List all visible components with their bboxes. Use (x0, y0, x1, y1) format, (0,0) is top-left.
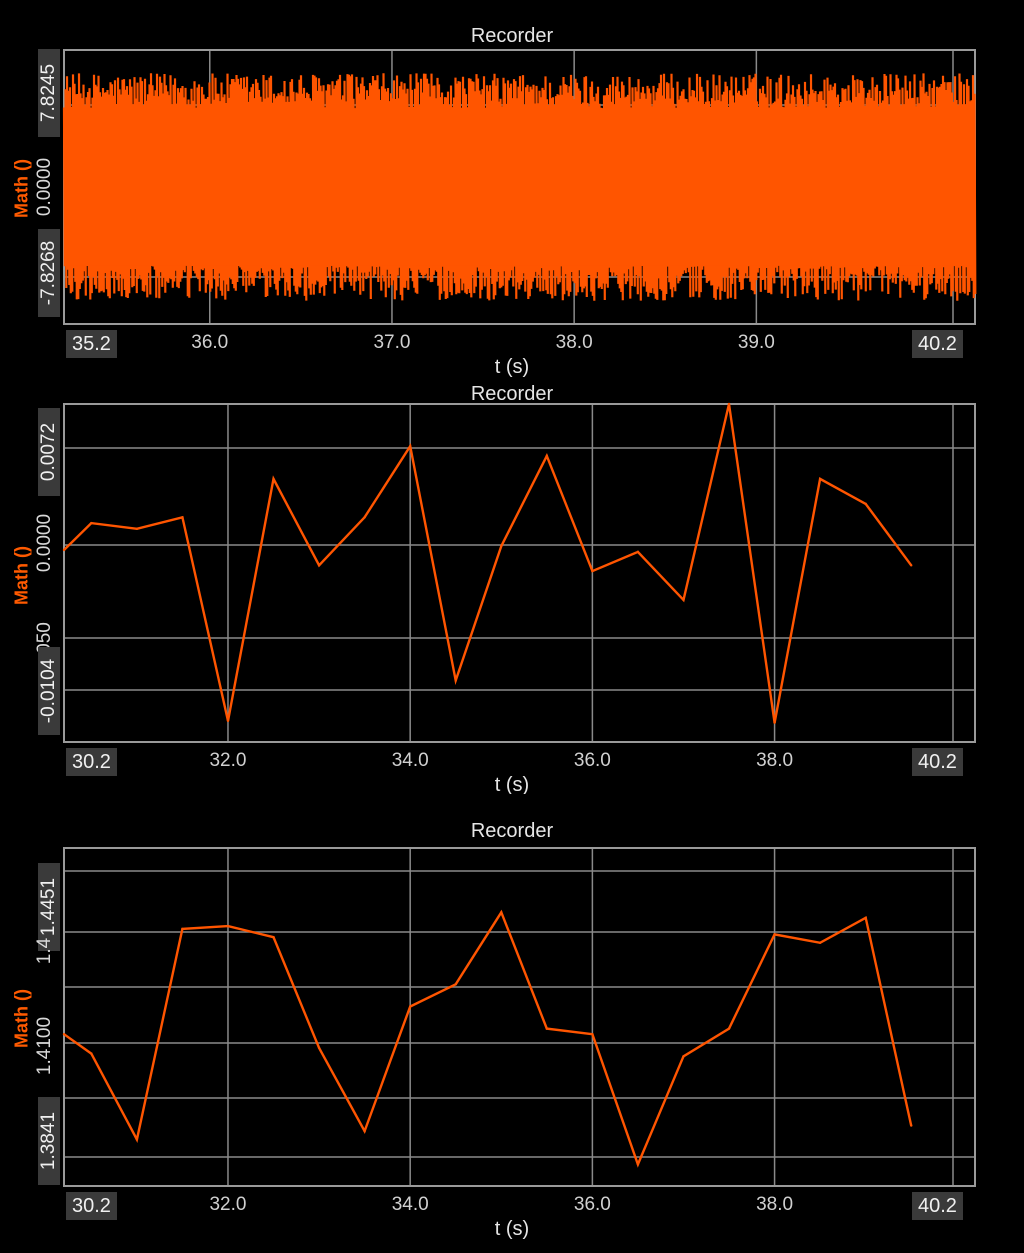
data-point (226, 924, 230, 928)
data-point (363, 1129, 366, 1133)
series-line (63, 909, 913, 1168)
series-line (63, 403, 913, 724)
x-tick-label: 36.0 (574, 750, 611, 771)
data-point (500, 544, 503, 548)
x-tick-label: 34.0 (392, 750, 429, 771)
x-tick-label: 37.0 (373, 332, 410, 353)
data-point (727, 402, 731, 406)
data-point (408, 1005, 412, 1008)
plot-frame (63, 403, 976, 743)
data-point (545, 1027, 549, 1030)
data-point (636, 550, 640, 554)
data-point (454, 983, 457, 986)
data-point (90, 521, 93, 525)
data-point (910, 1124, 913, 1127)
data-point (454, 679, 457, 682)
data-point (818, 477, 822, 481)
data-point (90, 1052, 93, 1055)
data-point (317, 564, 321, 567)
x-tick-label: 36.0 (574, 1194, 611, 1215)
data-point (682, 598, 685, 602)
x-tick-label: 38.0 (756, 1194, 793, 1215)
x-tick-label: 39.0 (738, 332, 775, 353)
data-point (408, 445, 412, 448)
data-point (591, 1032, 594, 1036)
data-point (910, 564, 913, 567)
data-point (818, 941, 822, 944)
data-point (500, 911, 503, 914)
data-point (727, 1027, 731, 1030)
data-point (135, 527, 139, 531)
plot-frame (63, 847, 976, 1187)
data-point (62, 1032, 66, 1036)
data-point (272, 936, 275, 939)
data-point (773, 721, 776, 724)
data-point (773, 933, 776, 936)
data-point (864, 916, 867, 920)
data-point (226, 719, 230, 723)
x-tick-label: 38.0 (756, 750, 793, 771)
data-point (363, 516, 366, 519)
x-tick-label: 34.0 (392, 1194, 429, 1215)
x-tick-label: 32.0 (209, 750, 246, 771)
data-point (135, 1138, 139, 1141)
data-point (181, 516, 184, 519)
charts-canvas: 36.0 37.0 38.0 39.0 32.0 34.0 36.0 38.0 32.0 34.0… (62, 49, 977, 1215)
data-point (181, 927, 184, 931)
x-tick-label: 32.0 (209, 1194, 246, 1215)
data-point (864, 502, 867, 506)
data-point (62, 548, 66, 552)
series-noise-band (64, 108, 975, 266)
x-tick-label: 38.0 (556, 332, 593, 353)
data-point (636, 1163, 640, 1166)
data-point (545, 454, 549, 458)
x-tick-label: 36.0 (191, 332, 228, 353)
data-point (591, 569, 594, 573)
data-point (682, 1055, 685, 1058)
data-point (317, 1046, 321, 1050)
data-point (272, 477, 275, 481)
